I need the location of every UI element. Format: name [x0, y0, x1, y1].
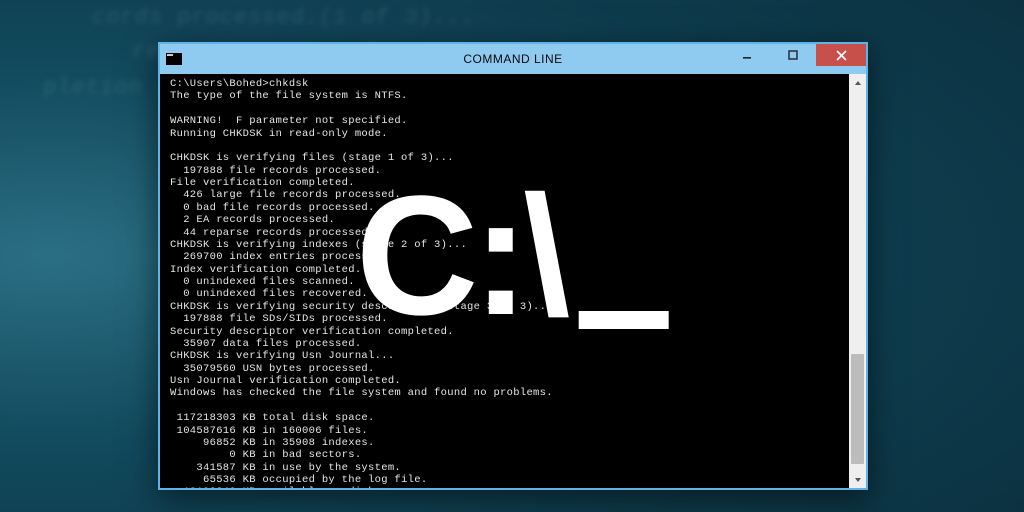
stage: cords processed.(1 of 3)... records proc… [0, 0, 1024, 512]
command-line-window: COMMAND LINE C:\Users\Bohed>chkdsk The t… [158, 42, 868, 490]
titlebar[interactable]: COMMAND LINE [160, 44, 866, 74]
scroll-down-arrow-icon[interactable] [849, 471, 866, 488]
minimize-button[interactable] [724, 44, 770, 66]
client-area: C:\Users\Bohed>chkdsk The type of the fi… [160, 74, 866, 488]
vertical-scrollbar[interactable] [849, 74, 866, 488]
scroll-up-arrow-icon[interactable] [849, 74, 866, 91]
maximize-button[interactable] [770, 44, 816, 66]
terminal-icon [166, 53, 182, 65]
terminal-output[interactable]: C:\Users\Bohed>chkdsk The type of the fi… [160, 74, 849, 488]
close-button[interactable] [816, 44, 866, 66]
window-controls [724, 44, 866, 66]
scrollbar-thumb[interactable] [851, 354, 864, 464]
